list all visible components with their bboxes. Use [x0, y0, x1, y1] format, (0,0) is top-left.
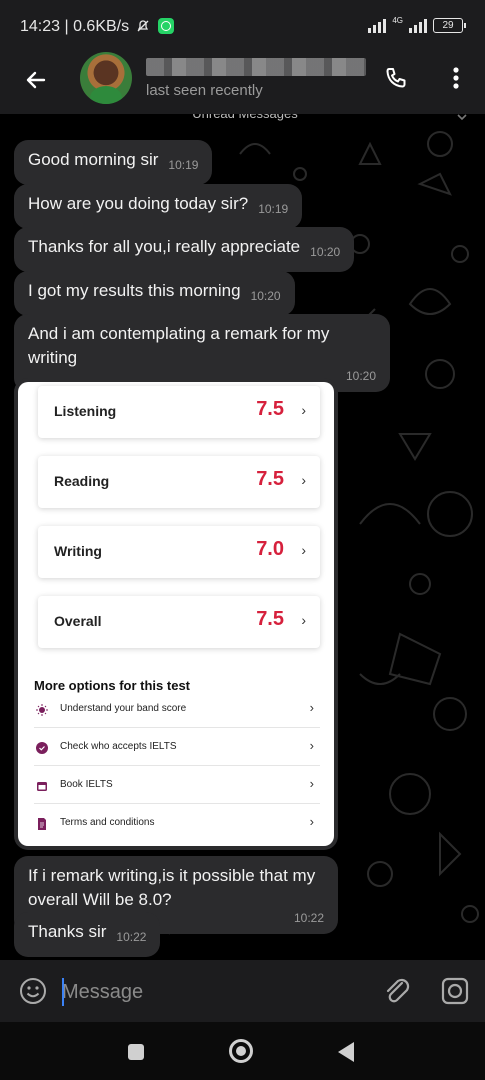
- message-input[interactable]: [62, 978, 362, 1006]
- message-bubble[interactable]: How are you doing today sir? 10:19: [14, 184, 303, 229]
- score-value: 7.5: [256, 398, 284, 420]
- chevron-right-icon: ›: [309, 700, 314, 715]
- message-text: If i remark writing,is it possible that …: [28, 866, 316, 909]
- message-text: Thanks sir: [28, 922, 107, 941]
- back-triangle-icon[interactable]: [338, 1042, 354, 1062]
- chat-area[interactable]: Unread Messages Good morning sir 10:19 Ho…: [0, 114, 485, 960]
- score-label: Writing: [54, 543, 102, 559]
- signal-icon-2: [409, 17, 427, 33]
- more-options-button[interactable]: [440, 62, 472, 94]
- chevron-right-icon: ›: [301, 402, 306, 418]
- chat-header: last seen recently: [0, 52, 485, 114]
- mute-notification-icon: [137, 20, 149, 32]
- message-bubble[interactable]: Thanks sir 10:22: [14, 912, 161, 957]
- more-vertical-icon: [453, 67, 459, 89]
- message-text: And i am contemplating a remark for my w…: [28, 324, 330, 367]
- option-label: Check who accepts IELTS: [60, 741, 177, 752]
- signal-icon: [368, 17, 387, 33]
- options-title: More options for this test: [34, 678, 190, 693]
- chevron-right-icon: ›: [301, 472, 306, 488]
- unread-messages-banner: Unread Messages: [160, 114, 330, 122]
- score-row-listening: Listening 7.5 ›: [38, 386, 320, 438]
- back-button[interactable]: [18, 62, 54, 98]
- camera-icon[interactable]: [438, 974, 472, 1008]
- badge-icon: [36, 742, 48, 754]
- message-text: I got my results this morning: [28, 281, 241, 300]
- chevron-down-icon[interactable]: [457, 114, 467, 122]
- image-message[interactable]: Listening 7.5 › Reading 7.5 › Writing 7.…: [14, 378, 338, 850]
- text-cursor: [62, 978, 64, 1006]
- bulb-icon: [36, 704, 48, 716]
- battery-level: 29: [442, 19, 454, 31]
- message-time: 10:19: [258, 202, 289, 216]
- chevron-right-icon: ›: [309, 738, 314, 753]
- message-text: How are you doing today sir?: [28, 194, 249, 213]
- status-time-text: 14:23 | 0.6KB/s: [20, 18, 130, 35]
- emoji-icon[interactable]: [18, 976, 48, 1006]
- status-time: 14:23 | 0.6KB/s: [20, 18, 175, 36]
- message-time: 10:20: [310, 245, 341, 259]
- message-text: Good morning sir: [28, 150, 159, 169]
- message-bubble[interactable]: Thanks for all you,i really appreciate 10…: [14, 227, 355, 272]
- chevron-right-icon: ›: [309, 814, 314, 829]
- chevron-right-icon: ›: [301, 612, 306, 628]
- option-label: Book IELTS: [60, 779, 113, 790]
- option-label: Terms and conditions: [60, 817, 155, 828]
- recent-apps-icon[interactable]: [128, 1044, 144, 1060]
- score-value: 7.5: [256, 608, 284, 630]
- status-icons: 4G 29: [368, 16, 466, 34]
- avatar[interactable]: [80, 52, 132, 104]
- document-icon: [38, 818, 46, 830]
- paperclip-icon[interactable]: [380, 974, 414, 1008]
- option-label: Understand your band score: [60, 703, 187, 714]
- system-navigation-bar: [0, 1022, 485, 1080]
- score-row-writing: Writing 7.0 ›: [38, 526, 320, 578]
- option-row: Book IELTS ›: [34, 768, 320, 804]
- message-bubble[interactable]: I got my results this morning 10:20: [14, 271, 295, 316]
- score-value: 7.0: [256, 538, 284, 560]
- status-bar: 14:23 | 0.6KB/s 4G 29: [0, 0, 485, 52]
- option-row: Terms and conditions ›: [34, 806, 320, 842]
- score-value: 7.5: [256, 468, 284, 490]
- network-type: 4G: [392, 16, 403, 25]
- ielts-results-screenshot[interactable]: Listening 7.5 › Reading 7.5 › Writing 7.…: [18, 382, 334, 846]
- score-label: Listening: [54, 403, 117, 419]
- message-text: Thanks for all you,i really appreciate: [28, 237, 301, 256]
- call-button[interactable]: [380, 62, 412, 94]
- message-time: 10:22: [116, 930, 147, 944]
- score-row-overall: Overall 7.5 ›: [38, 596, 320, 648]
- calendar-icon: [37, 782, 47, 791]
- battery-icon: 29: [433, 17, 466, 33]
- score-label: Reading: [54, 473, 110, 489]
- arrow-left-icon: [26, 71, 46, 89]
- home-icon[interactable]: [229, 1039, 253, 1063]
- score-row-reading: Reading 7.5 ›: [38, 456, 320, 508]
- phone-icon: [386, 68, 406, 88]
- chevron-right-icon: ›: [301, 542, 306, 558]
- message-composer: [0, 960, 485, 1022]
- last-seen-status: last seen recently: [146, 82, 263, 99]
- contact-name-redacted[interactable]: [146, 58, 366, 76]
- score-label: Overall: [54, 613, 102, 629]
- chevron-right-icon: ›: [309, 776, 314, 791]
- message-time: 10:20: [250, 289, 281, 303]
- option-row: Check who accepts IELTS ›: [34, 730, 320, 766]
- message-bubble[interactable]: Good morning sir 10:19: [14, 140, 213, 185]
- option-row: Understand your band score ›: [34, 692, 320, 728]
- whatsapp-icon: [158, 18, 175, 34]
- message-time: 10:19: [168, 158, 199, 172]
